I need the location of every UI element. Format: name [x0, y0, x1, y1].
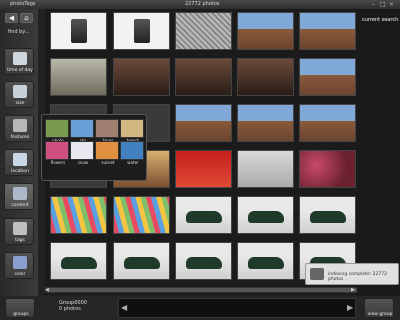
photo-thumbnail[interactable]	[175, 150, 232, 188]
tag-icon	[13, 222, 27, 235]
content-option-photo[interactable]: photo	[45, 119, 69, 143]
photo-thumbnail[interactable]	[175, 196, 232, 234]
photo-thumbnail[interactable]	[175, 58, 232, 96]
photo-thumbnail[interactable]	[299, 150, 356, 188]
sidebar-button-label: content	[11, 203, 29, 208]
photo-thumbnail[interactable]	[237, 196, 294, 234]
photo-thumbnail[interactable]	[237, 12, 294, 50]
group-count: 0 photos	[59, 306, 81, 312]
content-option-sunset[interactable]: sunset	[95, 141, 119, 165]
photo-thumbnail[interactable]	[237, 58, 294, 96]
title-bar: photoTags 22772 photos – □ ×	[0, 0, 400, 9]
group-info: Group0000 0 photos	[59, 300, 87, 312]
sidebar-button-label: size	[15, 101, 25, 106]
scroll-right-icon[interactable]: ▶	[351, 287, 355, 293]
content-option-snow[interactable]: snow	[70, 141, 94, 165]
palette-icon	[13, 256, 27, 269]
photo-thumbnail[interactable]	[113, 196, 170, 234]
photo-thumbnail[interactable]	[175, 12, 232, 50]
content-option-label: flowers	[50, 160, 66, 165]
content-filter-popup: photoskyfacesbeach flowers snow sunset water	[41, 114, 147, 181]
photo-thumbnail[interactable]	[50, 58, 107, 96]
clock-icon	[13, 52, 27, 65]
photo-thumbnail[interactable]	[237, 150, 294, 188]
toast-text: indexing complete: 22772 photos	[328, 272, 387, 282]
grid-scrollbar[interactable]: ◀ ▶	[45, 287, 357, 293]
sidebar-button-label: tags	[15, 238, 25, 243]
photo-thumbnail[interactable]	[175, 104, 232, 142]
photo-thumbnail[interactable]	[50, 242, 107, 280]
close-button[interactable]: ×	[389, 1, 394, 8]
indexing-toast: indexing complete: 22772 photos	[305, 263, 399, 285]
photo-thumbnail[interactable]	[50, 196, 107, 234]
folder-icon	[310, 268, 324, 280]
current-search-label: current search	[362, 17, 399, 23]
strip-next-icon[interactable]: ▶	[347, 303, 353, 312]
findby-label: find by...	[8, 29, 30, 35]
group-strip[interactable]: ◀ ▶	[118, 298, 356, 318]
content-option-beach[interactable]: beach	[120, 119, 144, 143]
app-brand: photoTags	[10, 1, 36, 7]
sidebar-button-color[interactable]: color	[4, 252, 34, 279]
groups-button[interactable]: groups	[5, 298, 35, 318]
sidebar-button-label: time of day	[7, 68, 33, 73]
gear-icon	[13, 119, 27, 132]
house-icon	[13, 153, 27, 166]
home-button[interactable]: ⌂	[20, 13, 33, 23]
scrollbar-thumb[interactable]	[47, 288, 357, 292]
content-option-label: snow	[77, 160, 89, 165]
photo-thumbnail[interactable]	[299, 58, 356, 96]
photo-thumbnail[interactable]	[299, 12, 356, 50]
sidebar-button-label: location	[11, 169, 29, 174]
monitor-icon	[13, 85, 27, 98]
photo-thumbnail[interactable]	[237, 104, 294, 142]
sidebar-button-time-of-day[interactable]: time of day	[4, 48, 34, 75]
photo-thumbnail[interactable]	[175, 242, 232, 280]
content-option-water[interactable]: water	[120, 141, 144, 165]
content-option-flowers[interactable]: flowers	[45, 141, 69, 165]
minimize-button[interactable]: –	[372, 1, 375, 8]
content-option-label: sunset	[101, 160, 115, 165]
photo-count: 22772 photos	[185, 1, 220, 7]
sidebar-button-label: color	[14, 272, 26, 277]
content-option-label: water	[127, 160, 139, 165]
sidebar-button-features[interactable]: features	[4, 115, 34, 142]
content-option-faces[interactable]: faces	[95, 119, 119, 143]
groups-label: groups	[13, 312, 29, 317]
photo-thumbnail[interactable]	[113, 242, 170, 280]
photo-app-window: photoTags 22772 photos – □ × ◀ ⌂ find by…	[0, 0, 400, 320]
sidebar-button-content[interactable]: content	[4, 183, 34, 210]
content-option-sky[interactable]: sky	[70, 119, 94, 143]
photo-thumbnail[interactable]	[50, 12, 107, 50]
sidebar-button-location[interactable]: location	[4, 149, 34, 176]
photo-thumbnail[interactable]	[113, 12, 170, 50]
photo-thumbnail[interactable]	[237, 242, 294, 280]
photo-thumbnail[interactable]	[299, 196, 356, 234]
bottom-bar: groups Group0000 0 photos ◀ ▶ view group	[0, 296, 400, 320]
photo-thumbnail[interactable]	[113, 58, 170, 96]
view-group-label: view group	[367, 312, 393, 317]
back-button[interactable]: ◀	[5, 13, 18, 23]
strip-prev-icon[interactable]: ◀	[121, 303, 127, 312]
photo-thumbnail[interactable]	[299, 104, 356, 142]
sidebar-button-tags[interactable]: tags	[4, 218, 34, 245]
sidebar: ◀ ⌂ find by... time of day size features lo…	[0, 9, 38, 320]
view-group-button[interactable]: view group	[364, 298, 394, 318]
content-icon	[13, 187, 27, 200]
sidebar-button-label: features	[10, 135, 30, 140]
scroll-left-icon[interactable]: ◀	[45, 287, 49, 293]
sidebar-button-size[interactable]: size	[4, 81, 34, 108]
maximize-button[interactable]: □	[380, 1, 386, 8]
